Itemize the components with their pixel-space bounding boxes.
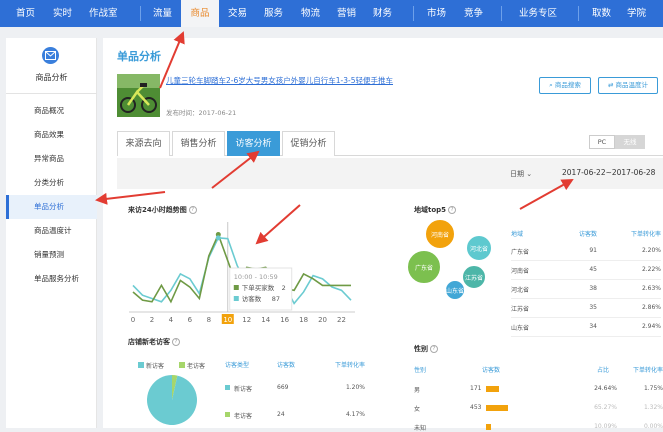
annotation-arrows: [95, 31, 574, 245]
arrow-to-single-product: [95, 191, 166, 205]
arrow-to-visitor-tab: [211, 150, 260, 189]
arrow-to-tooltip: [255, 204, 301, 245]
arrow-to-date-range: [519, 179, 574, 210]
arrow-to-products: [159, 31, 185, 89]
